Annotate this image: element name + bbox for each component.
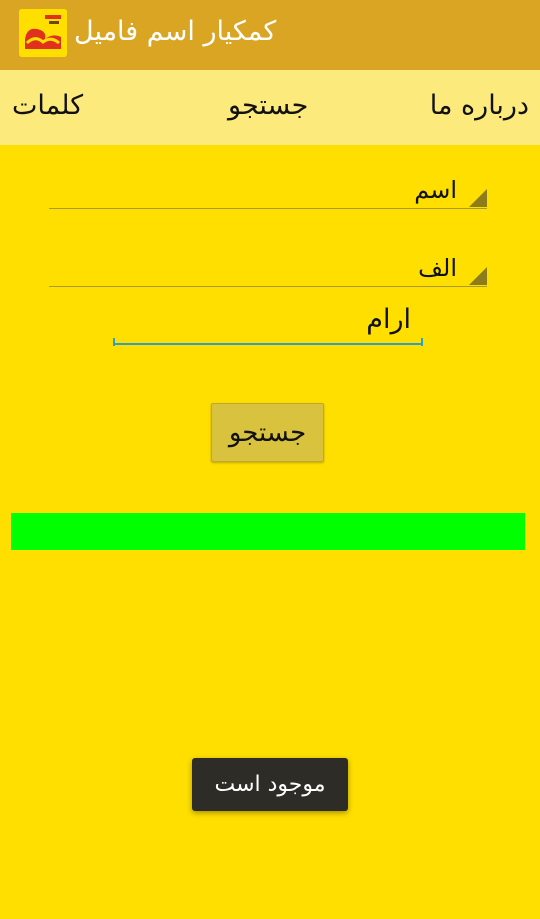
app-logo-icon [19,9,67,57]
tab-search[interactable]: جستجو [228,90,308,121]
letter-spinner-value: الف [418,254,457,282]
tab-words[interactable]: کلمات [12,90,83,121]
input-underline-tick [421,338,423,346]
category-spinner-value: اسم [414,176,457,204]
tab-bar: کلمات جستجو درباره ما [0,70,540,145]
toast-message: موجود است [192,758,348,811]
input-underline-tick [113,338,115,346]
app-bar: کمکیار اسم فامیل [0,0,540,70]
category-spinner[interactable]: اسم [49,168,487,209]
search-button[interactable]: جستجو [211,403,324,462]
app-title: کمکیار اسم فامیل [74,16,277,47]
word-input[interactable] [113,300,423,345]
result-status-bar [11,513,525,550]
tab-about[interactable]: درباره ما [430,90,529,121]
letter-spinner[interactable]: الف [49,246,487,287]
dropdown-arrow-icon [469,189,487,207]
dropdown-arrow-icon [469,267,487,285]
